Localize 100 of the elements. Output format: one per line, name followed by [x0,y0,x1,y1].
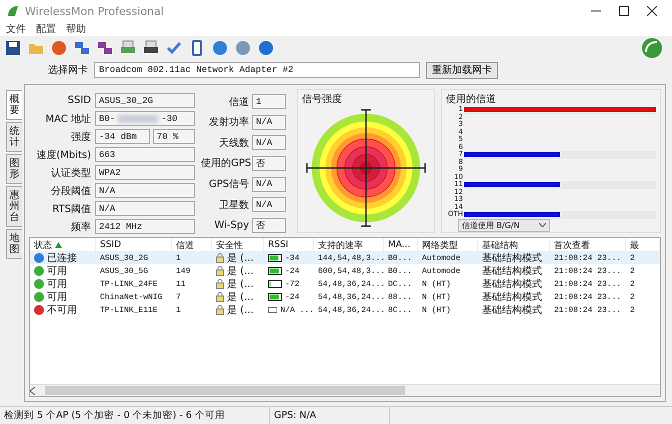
table-cell-text: ChinaNet-wNIG [99,292,164,302]
value-field: 2412 MHz [95,219,195,234]
field-label: RTS阈值 [51,202,91,216]
side-tab[interactable]: 地图 [6,229,22,259]
sort-up-icon [55,242,62,248]
signal-meter-icon [268,306,278,314]
adapter-select[interactable]: Broadcom 802.11ac Network Adapter #2 [94,62,420,78]
menu-item[interactable]: 文件 [6,22,26,36]
table-cell-text: Automode [421,254,462,262]
table-cell-text: 基础结构模式 [481,304,543,317]
value-field: B0- -30 [95,111,195,126]
table-cell-text: 是 (... [227,278,254,291]
table-cell-text: 88... [387,292,414,302]
lock-icon [216,266,224,276]
status-text: GPS: N/A [270,407,390,424]
network-icon[interactable] [74,40,90,56]
side-tab[interactable]: 惠州台 [6,186,22,227]
value-field: N/A [252,176,286,192]
table-cell-text: 600,54,48,3... [317,266,384,276]
field-label: 信道 [228,96,249,109]
side-tab[interactable]: 概要 [6,90,22,120]
maximize-icon [619,6,629,16]
printer-icon[interactable] [143,40,159,56]
side-tab[interactable]: 图形 [6,154,22,184]
lock-icon [216,253,224,263]
value-field: N/A [252,135,286,150]
signal-meter-icon [268,280,282,288]
table-row[interactable]: 已连接 ASUS_30_2G 1 是 (... -34 144,54,48,3... B0... Automode 基础结构模式 21:08:24 23... 2 [30,251,660,264]
table-cell-text: 2 [629,306,636,314]
status-text: 检测到 5 个AP (5 个加密 - 0 个未加密) - 6 个可用 [0,407,270,424]
table-cell-text: 7 [175,292,182,302]
table-cell-text: 8C... [387,306,414,314]
table-cell: -72 [285,280,300,288]
field-label: 发射功率 [208,116,249,130]
signal-meter-icon [268,267,282,275]
table-cell-text: TP-LINK_E11E [99,306,159,314]
signal-meter-icon [268,293,282,301]
table-cell-text: 54,48,36,24... [317,306,384,314]
table-cell-text: 149 [175,266,192,276]
lock-icon [216,305,224,315]
reload-adapter-button[interactable]: 重新加载网卡 [426,62,498,78]
menu-item[interactable]: 配置 [36,22,56,36]
table-cell-text: 不可用 [47,304,77,317]
table-cell-text: 是 (... [227,291,254,304]
table-cell-text: ASUS_30_5G [99,266,150,276]
field-label: 认证类型 [50,166,91,180]
value-field: 1 [252,94,286,110]
table-cell-text: 是 (... [227,304,254,317]
table-cell-text: 已连接 [47,252,77,265]
table-cell: -34 [285,254,300,262]
value-field: -34 dBm [95,129,150,144]
caret-icon [539,223,546,227]
table-cell-text: 基础结构模式 [481,290,543,304]
table-cell-text: 2 [629,292,636,302]
table-cell-text: 21:08:24 23... [553,306,622,314]
signal-meter-icon [268,254,282,262]
table-cell-text: 可用 [47,291,67,304]
value-field: WPA2 [95,165,195,180]
table-cell-text: 54,48,36,24... [317,292,384,302]
check-icon[interactable] [166,40,182,56]
table-cell-text: Automode [421,266,462,276]
value-field: N/A [95,201,195,216]
field-label: 频率 [70,220,91,234]
value-field: N/A [95,183,195,198]
value-field: N/A [252,197,286,212]
save-icon[interactable] [5,40,21,56]
field-label: MAC 地址 [44,112,91,126]
field-label: 强度 [70,130,91,144]
app-logo-icon [641,37,663,59]
horizontal-scrollbar[interactable] [30,384,660,396]
value-field: ASUS_30_2G [95,93,195,108]
table-cell: -24 [285,266,300,276]
table-cell-text: B0... [387,254,414,262]
table-cell-text: N (HT) [421,292,452,302]
adapter-label: 选择网卡 [48,64,88,77]
table-cell-text: 是 (... [227,265,254,278]
panel-title: 使用的信道 [446,93,497,106]
table-cell-text: N (HT) [421,306,452,314]
table-cell-text: 可用 [47,265,67,278]
value-field: 否 [252,218,286,233]
side-tab[interactable]: 统计 [6,122,22,152]
table-cell-text: 基础结构模式 [481,252,543,265]
field-label: 卫星数 [218,198,249,212]
field-label: Wi-Spy [213,220,249,231]
table-cell-text: 21:08:24 23... [553,254,622,262]
menu-item[interactable]: 帮助 [66,22,86,36]
table-cell-text: ASUS_30_2G [99,254,150,262]
value-field: 663 [95,147,195,162]
table-cell-text: 基础结构模式 [481,278,543,291]
value-field: N/A [252,114,286,130]
table-cell-text: N (HT) [421,280,452,288]
scroll-left-icon [30,386,35,394]
table-cell: -24 [285,292,300,302]
channel-filter-select[interactable]: 信道使用 B/G/N [458,218,550,232]
table-cell: N/A ... [280,306,314,314]
network-icon[interactable] [97,40,113,56]
field-label: SSID [66,95,91,106]
field-label: 分段阈值 [50,184,91,198]
table-cell-text: 144,54,48,3... [317,254,384,262]
lock-icon [216,292,224,302]
